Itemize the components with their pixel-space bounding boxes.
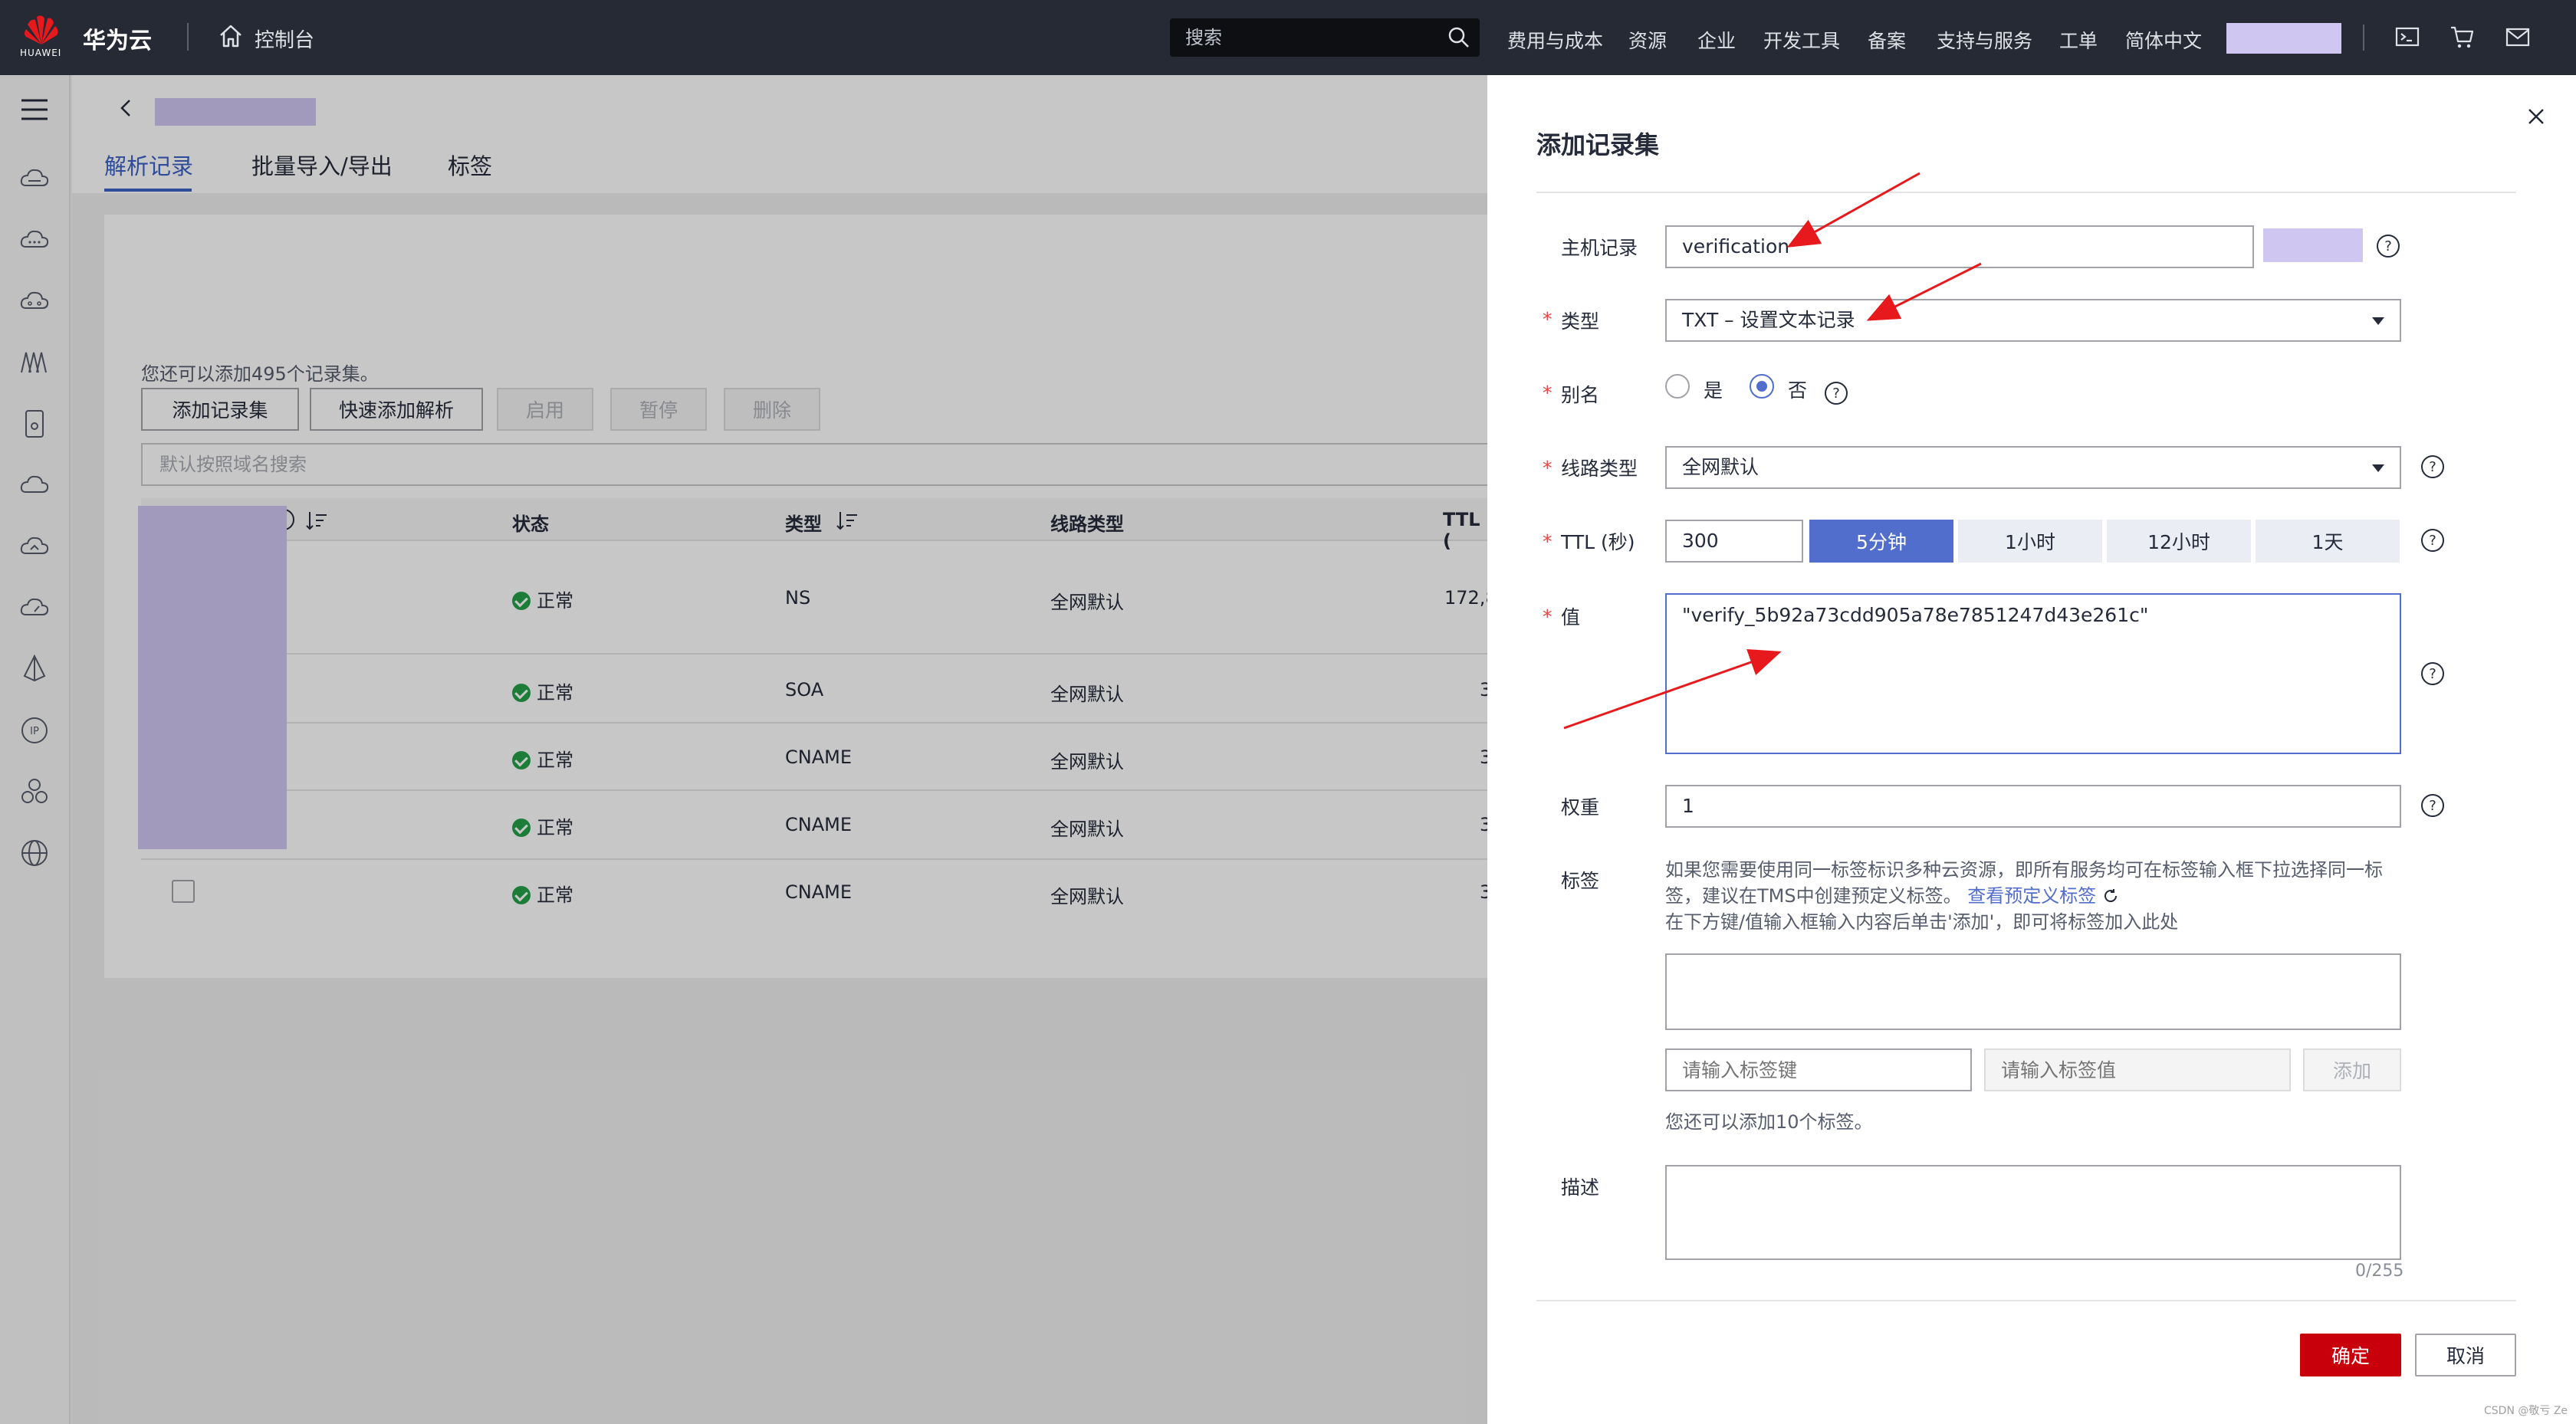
help-icon[interactable]: ? [2420,792,2446,819]
add-tag-button[interactable]: 添加 [2303,1048,2401,1091]
type-select-value: TXT – 设置文本记录 [1682,309,1855,331]
drawer-title: 添加记录集 [1536,130,1660,159]
alias-yes-label: 是 [1704,379,1723,402]
ttl-option-5min[interactable]: 5分钟 [1809,520,1953,563]
menu-cost[interactable]: 费用与成本 [1507,26,1603,54]
global-search-input[interactable] [1170,18,1431,57]
chevron-down-icon [2372,464,2384,472]
home-icon[interactable] [218,23,244,49]
ttl-input[interactable]: 300 [1665,520,1803,563]
terminal-icon[interactable] [2394,23,2421,51]
menu-language[interactable]: 简体中文 [2125,26,2202,54]
description-counter: 0/255 [2355,1262,2404,1281]
menu-enterprise[interactable]: 企业 [1697,26,1736,54]
tag-label: 标签 [1561,870,1600,892]
domain-suffix [2263,228,2363,262]
alias-no-label: 否 [1788,379,1808,402]
help-icon[interactable]: ? [1823,380,1849,406]
tag-description: 如果您需要使用同一标签标识多种云资源，即所有服务均可在标签输入框下拉选择同一标签… [1665,857,2401,935]
menu-dev-tools[interactable]: 开发工具 [1763,26,1840,54]
required-mark: * [1543,605,1552,628]
svg-text:?: ? [1832,386,1840,402]
value-label: 值 [1561,606,1581,628]
brand-name[interactable]: 华为云 [83,21,152,55]
svg-text:?: ? [2429,798,2436,814]
cancel-button[interactable]: 取消 [2415,1334,2516,1376]
tag-instruction: 在下方键/值输入框输入内容后单击'添加'，即可将标签加入此处 [1665,911,2179,933]
description-textarea[interactable] [1665,1165,2401,1260]
tag-value-input[interactable] [1984,1048,2291,1091]
required-mark: * [1543,382,1552,404]
close-icon[interactable] [2522,103,2550,130]
top-navbar: HUAWEI 华为云 控制台 费用与成本 资源 企业 开发工具 备案 支持与服务… [0,0,2576,75]
type-select[interactable]: TXT – 设置文本记录 [1665,299,2401,342]
line-type-select[interactable]: 全网默认 [1665,446,2401,489]
svg-text:?: ? [2384,238,2392,254]
help-icon[interactable]: ? [2420,661,2446,687]
weight-input[interactable]: 1 [1665,785,2401,828]
menu-tickets[interactable]: 工单 [2059,26,2098,54]
huawei-logo-icon[interactable] [20,14,63,48]
menu-filing[interactable]: 备案 [1868,26,1906,54]
cart-icon[interactable] [2449,23,2476,51]
ttl-option-12hours[interactable]: 12小时 [2107,520,2251,563]
required-mark: * [1543,457,1552,479]
divider [1536,192,2516,193]
weight-label: 权重 [1561,796,1600,819]
line-type-label: 线路类型 [1561,458,1638,480]
line-type-value: 全网默认 [1682,456,1760,478]
host-record-label: 主机记录 [1561,237,1638,259]
help-icon[interactable]: ? [2375,233,2401,259]
menu-support[interactable]: 支持与服务 [1937,26,2032,54]
svg-text:?: ? [2429,533,2436,549]
required-mark: * [1543,530,1552,553]
chevron-down-icon [2372,317,2384,325]
divider [187,23,189,51]
console-link[interactable]: 控制台 [255,25,314,53]
ttl-label: TTL (秒) [1561,531,1635,553]
tag-list-box [1665,953,2401,1030]
help-icon[interactable]: ? [2420,527,2446,553]
divider [2363,25,2364,51]
tag-remaining: 您还可以添加10个标签。 [1665,1111,1873,1133]
svg-text:?: ? [2429,459,2436,475]
logo-text: HUAWEI [20,48,62,58]
modal-backdrop[interactable] [0,75,1487,1424]
tag-key-input[interactable] [1665,1048,1972,1091]
user-account[interactable] [2226,23,2341,54]
alias-yes-radio[interactable] [1665,374,1690,399]
search-icon[interactable] [1447,26,1470,49]
host-record-input[interactable]: verification [1665,225,2254,268]
watermark: CSDN @敬亏 Ze [2484,1405,2568,1417]
confirm-button[interactable]: 确定 [2300,1334,2401,1376]
description-label: 描述 [1561,1176,1600,1199]
required-mark: * [1543,308,1552,330]
help-icon[interactable]: ? [2420,454,2446,480]
value-textarea[interactable]: "verify_5b92a73cdd905a78e7851247d43e261c… [1665,593,2401,754]
menu-resources[interactable]: 资源 [1628,26,1667,54]
ttl-option-1hour[interactable]: 1小时 [1958,520,2102,563]
refresh-icon[interactable] [2102,888,2119,904]
alias-no-radio[interactable] [1750,374,1774,399]
divider [1536,1300,2516,1301]
alias-label: 别名 [1561,384,1600,406]
svg-text:?: ? [2429,666,2436,682]
view-predefined-tags-link[interactable]: 查看预定义标签 [1967,885,2096,907]
mail-icon[interactable] [2504,23,2532,51]
ttl-option-1day[interactable]: 1天 [2256,520,2400,563]
add-record-set-drawer: 添加记录集 主机记录 verification ? * 类型 TXT – 设置文… [1487,75,2576,1424]
type-label: 类型 [1561,310,1600,333]
global-search [1170,18,1480,57]
